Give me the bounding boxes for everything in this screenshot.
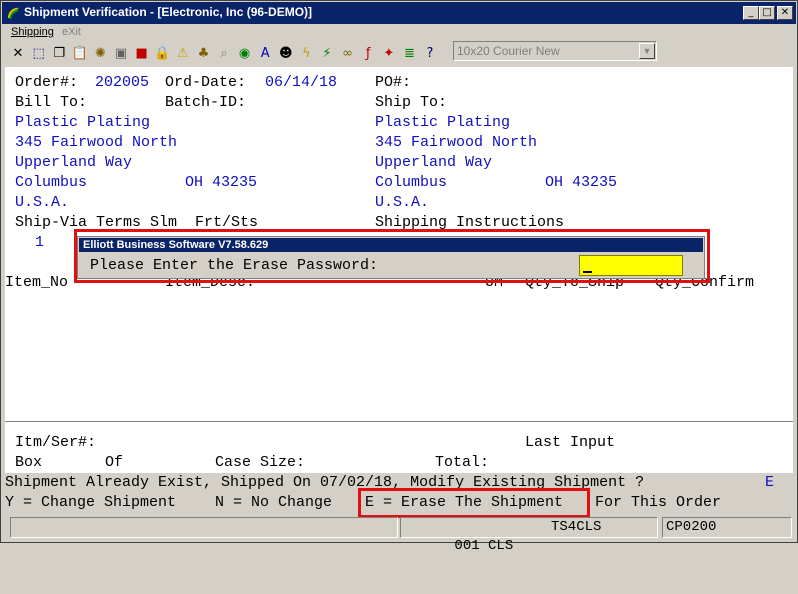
font-select[interactable]: 10x20 Courier New ▼: [453, 41, 657, 61]
group-icon[interactable]: ♣: [193, 43, 213, 63]
chevron-down-icon[interactable]: ▼: [639, 43, 655, 59]
app-logo-icon: [8, 7, 19, 20]
lock-icon[interactable]: 🔒: [152, 43, 172, 63]
status-company: 001 CLS: [454, 538, 514, 554]
flash-doc-icon[interactable]: ⚡: [317, 43, 337, 63]
ship-addr2: Upperland Way: [375, 154, 493, 171]
itm-ser-label: Itm/Ser#:: [15, 434, 97, 451]
ship-addr1: 345 Fairwood North: [375, 134, 538, 151]
window-icon[interactable]: ▣: [111, 43, 131, 63]
ship-city: Columbus: [375, 174, 448, 191]
case-size-label: Case Size:: [215, 454, 306, 471]
bill-city: Columbus: [15, 174, 88, 191]
last-input-label: Last Input: [525, 434, 616, 451]
ord-date-label: Ord-Date:: [165, 74, 247, 91]
app-window: Shipment Verification - [Electronic, Inc…: [0, 0, 798, 554]
globe-icon[interactable]: ◉: [235, 43, 255, 63]
option-no-change: N = No Change: [215, 494, 333, 511]
font-select-value: 10x20 Courier New: [457, 44, 560, 58]
minimize-button[interactable]: _: [743, 6, 759, 20]
ship-state-zip: OH 43235: [545, 174, 618, 191]
title-bar: Shipment Verification - [Electronic, Inc…: [2, 2, 796, 24]
settings-icon[interactable]: ✺: [90, 43, 110, 63]
bill-state-zip: OH 43235: [185, 174, 258, 191]
divider: [5, 421, 793, 422]
option-change: Y = Change Shipment: [5, 494, 177, 511]
menu-exit[interactable]: eXit: [62, 26, 81, 38]
paste-icon[interactable]: 📋: [70, 43, 90, 63]
copy-icon[interactable]: ❐: [49, 43, 69, 63]
select-icon[interactable]: ⬚: [29, 43, 49, 63]
ord-date-value: 06/14/18: [265, 74, 338, 91]
magnify-icon[interactable]: ⌕: [214, 43, 234, 63]
box-label: Box: [15, 454, 43, 471]
batch-id-label: Batch-ID:: [165, 94, 247, 111]
ship-to-label: Ship To:: [375, 94, 448, 111]
function-icon[interactable]: ƒ: [358, 43, 378, 63]
maximize-button[interactable]: □: [759, 6, 775, 20]
bill-name: Plastic Plating: [15, 114, 151, 131]
bill-addr2: Upperland Way: [15, 154, 133, 171]
highlight-erase-option: [358, 488, 590, 518]
order-number: 202005: [95, 74, 150, 91]
notes-icon[interactable]: ≣: [399, 43, 419, 63]
menu-bar: Shipping eXit: [2, 24, 796, 41]
col-item-no: Item_No: [5, 274, 69, 291]
ship-via-value: 1: [35, 234, 45, 251]
close-button[interactable]: ✕: [777, 6, 793, 20]
window-title: Shipment Verification - [Electronic, Inc…: [24, 5, 313, 19]
warning-icon[interactable]: ⚠: [173, 43, 193, 63]
record-icon[interactable]: ■: [132, 43, 152, 63]
ship-country: U.S.A.: [375, 194, 430, 211]
lightning-icon[interactable]: ϟ: [296, 43, 316, 63]
option-suffix: For This Order: [595, 494, 722, 511]
sparkle-icon[interactable]: ✦: [379, 43, 399, 63]
status-cell-2: 001 CLS TS4CLS: [400, 517, 658, 554]
status-terminal: TS4CLS: [551, 519, 602, 535]
help-icon[interactable]: ?: [420, 43, 440, 63]
highlight-dialog: [74, 229, 710, 283]
prompt-input-char[interactable]: E: [765, 473, 774, 493]
font-a-icon[interactable]: A: [255, 43, 275, 63]
ship-name: Plastic Plating: [375, 114, 511, 131]
status-bar: 001 CLS TS4CLS CP0200: [2, 515, 796, 554]
of-label: Of: [105, 454, 124, 471]
close-x-icon[interactable]: ✕: [8, 43, 28, 63]
link-icon[interactable]: ∞: [338, 43, 358, 63]
user-icon[interactable]: ☻: [276, 43, 296, 63]
order-label: Order#:: [15, 74, 79, 91]
menu-shipping[interactable]: Shipping: [11, 26, 54, 38]
toolbar: ✕ ⬚ ❐ 📋 ✺ ▣ ■ 🔒 ⚠ ♣ ⌕ ◉ A ☻ ϟ ⚡ ∞ ƒ ✦ ≣?: [2, 41, 796, 65]
terminal-screen: Order#: 202005 Ord-Date: 06/14/18 PO#: B…: [5, 67, 793, 513]
po-label: PO#:: [375, 74, 412, 91]
bill-to-label: Bill To:: [15, 94, 88, 111]
total-label: Total:: [435, 454, 490, 471]
bill-addr1: 345 Fairwood North: [15, 134, 178, 151]
status-cell-4: CP0200: [662, 517, 792, 538]
status-cell-1: [10, 517, 398, 538]
bill-country: U.S.A.: [15, 194, 70, 211]
